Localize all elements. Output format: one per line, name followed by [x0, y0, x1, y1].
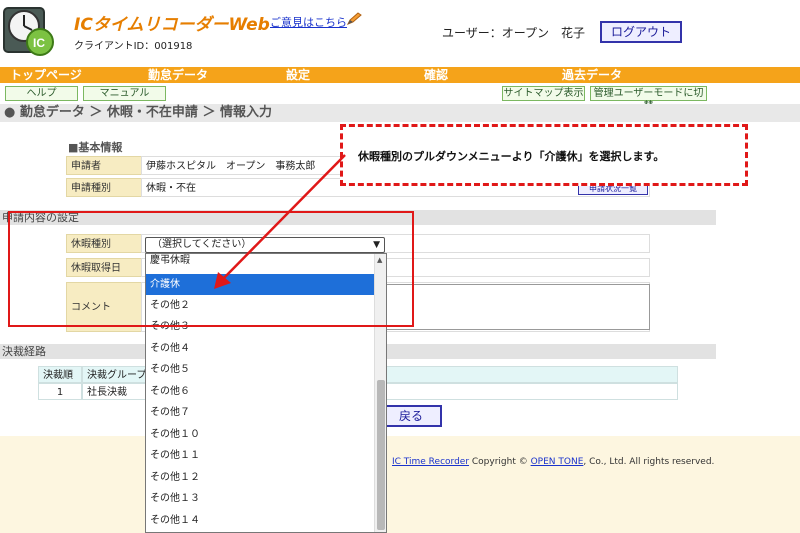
basic-info-heading: ■基本情報	[68, 141, 123, 154]
logout-button[interactable]: ログアウト	[600, 21, 682, 43]
admin-mode-button[interactable]: 管理ユーザーモードに切替	[590, 86, 707, 112]
copyright-prefix: Copyright ©	[469, 457, 531, 467]
dropdown-option[interactable]: その他１０	[146, 424, 374, 445]
scrollbar-thumb[interactable]	[377, 380, 385, 530]
app-logo-icon: IC	[2, 4, 60, 56]
applicant-label: 申請者	[66, 156, 142, 175]
annotation-callout-text: 休暇種別のプルダウンメニューより「介護休」を選択します。	[358, 150, 665, 163]
dropdown-option[interactable]: その他１４	[146, 510, 374, 531]
client-id: クライアントID：001918	[74, 41, 193, 52]
nav-item-attendance[interactable]: 勤怠データ	[148, 67, 208, 83]
svg-text:IC: IC	[33, 36, 45, 50]
nav-item-confirm[interactable]: 確認	[424, 67, 448, 83]
dropdown-option[interactable]: その他５	[146, 359, 374, 380]
copyright-suffix: , Co., Ltd. All rights reserved.	[583, 457, 715, 467]
nav-item-top-page[interactable]: トップページ	[10, 67, 82, 83]
manual-button[interactable]: マニュアル	[83, 86, 166, 101]
footer-copyright: IC Time Recorder Copyright © OPEN TONE, …	[392, 457, 714, 467]
user-label: ユーザー：オープン 花子	[442, 26, 586, 40]
main-navbar: トップページ 勤怠データ 設定 確認 過去データ	[0, 67, 800, 83]
company-link[interactable]: OPEN TONE	[531, 457, 584, 467]
dropdown-option[interactable]: その他１１	[146, 445, 374, 466]
route-header-order: 決裁順	[38, 366, 82, 383]
pencil-icon	[346, 12, 362, 26]
sitemap-button[interactable]: サイトマップ表示	[502, 86, 585, 101]
footer	[0, 436, 800, 533]
dropdown-option[interactable]: その他１３	[146, 488, 374, 509]
nav-item-past-data[interactable]: 過去データ	[562, 67, 622, 83]
request-type-label: 申請種別	[66, 178, 142, 197]
dropdown-option[interactable]: その他６	[146, 381, 374, 402]
back-button[interactable]: 戻る	[380, 405, 442, 427]
help-button[interactable]: ヘルプ	[5, 86, 78, 101]
dropdown-option[interactable]: その他７	[146, 402, 374, 423]
annotation-highlight-box	[8, 211, 414, 327]
feedback-link[interactable]: ご意見はこちら	[270, 14, 347, 30]
product-link[interactable]: IC Time Recorder	[392, 457, 469, 467]
nav-item-settings[interactable]: 設定	[286, 67, 310, 83]
route-row-order: 1	[38, 383, 82, 400]
dropdown-option[interactable]: その他１２	[146, 467, 374, 488]
breadcrumb: ● 勤怠データ ＞ 休暇・不在申請 ＞ 情報入力	[0, 104, 800, 122]
dropdown-option[interactable]: その他４	[146, 338, 374, 359]
app-title: ICタイムリコーダーWeb	[74, 15, 270, 35]
